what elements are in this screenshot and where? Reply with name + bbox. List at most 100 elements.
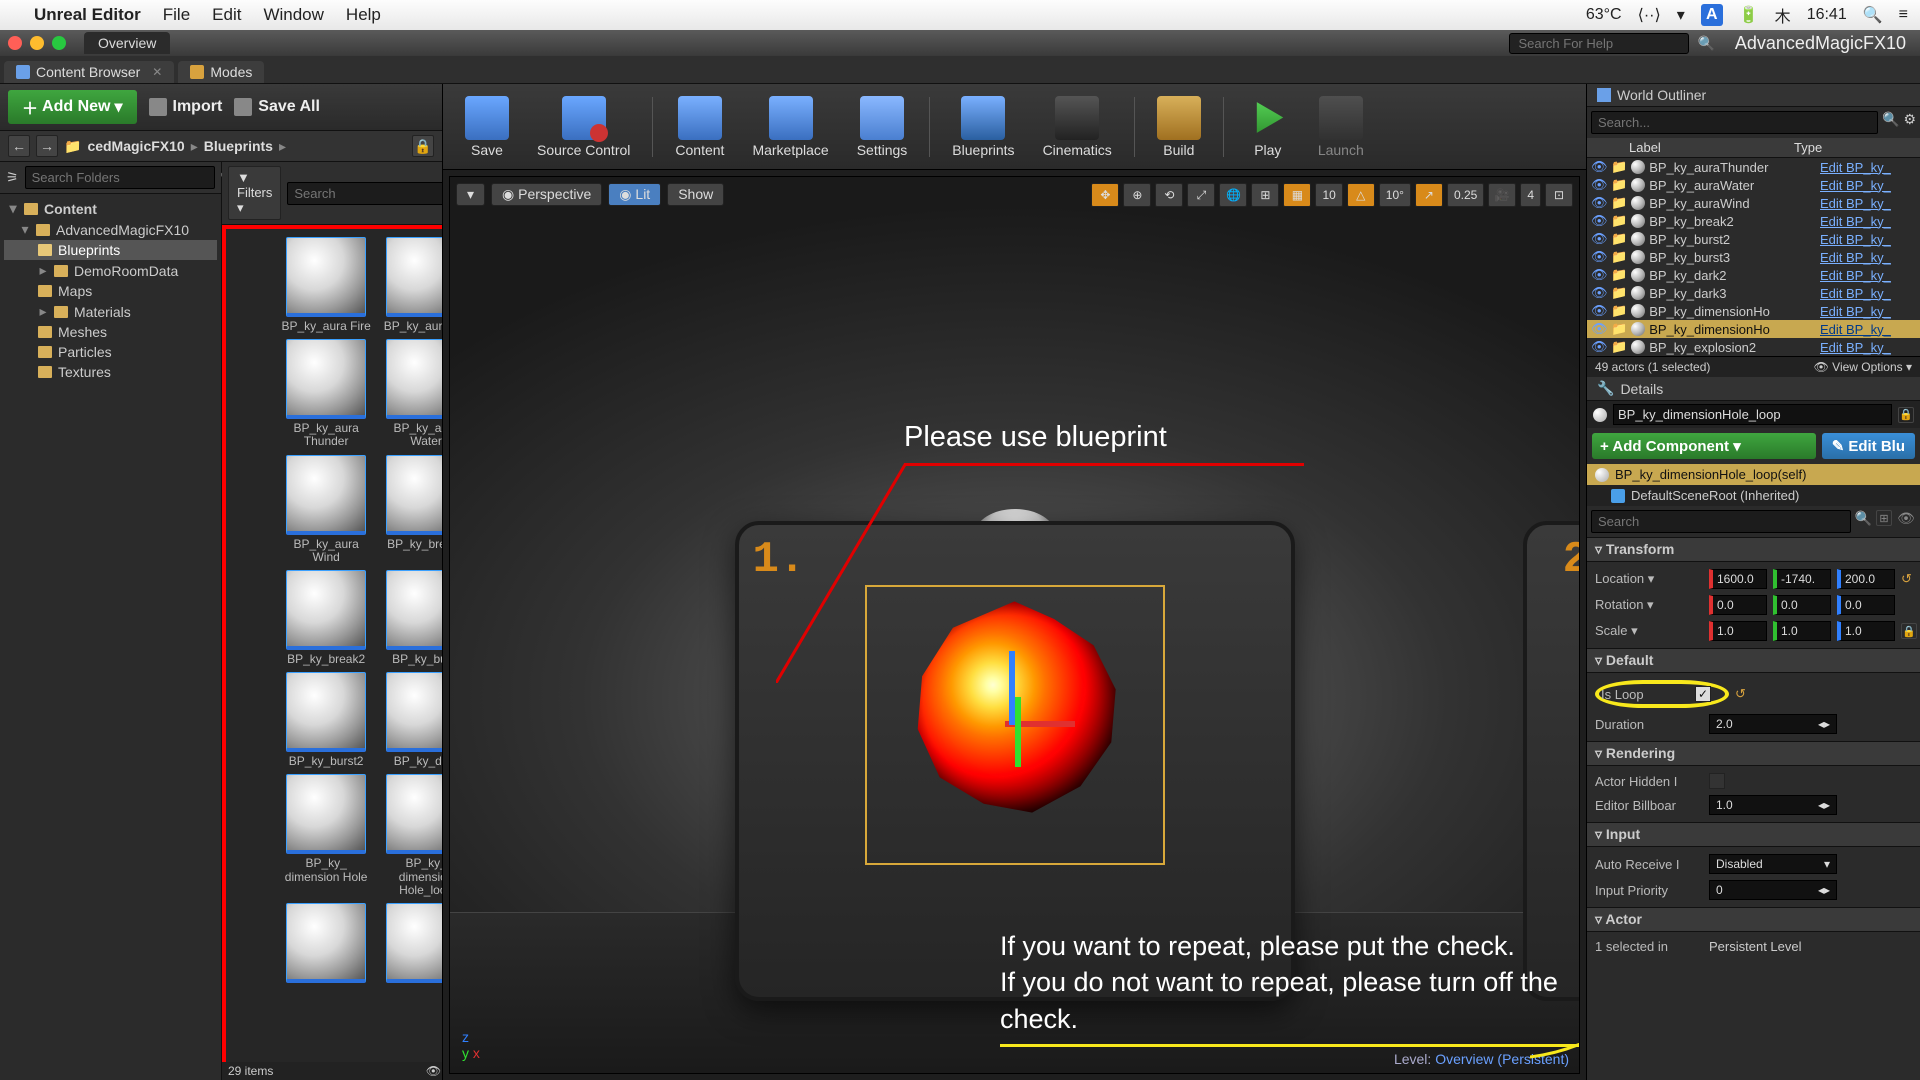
wifi-icon[interactable]: ▾ [1677, 5, 1685, 25]
tree-demoroom[interactable]: ▸DemoRoomData [4, 260, 217, 281]
world-local-button[interactable]: 🌐 [1219, 183, 1247, 207]
input-source-icon[interactable]: A [1701, 4, 1723, 26]
visibility-icon[interactable]: 👁 [1591, 195, 1607, 211]
edit-bp-link[interactable]: Edit BP_ky_ [1820, 178, 1916, 193]
nav-back-button[interactable]: ← [8, 135, 30, 157]
asset-item[interactable]: BP_ky_aura Fire [280, 237, 372, 333]
save-button[interactable]: Save [455, 96, 519, 158]
outliner-search-input[interactable] [1591, 111, 1878, 134]
asset-item[interactable] [280, 903, 372, 986]
outliner-row[interactable]: 👁📁BP_ky_burst2Edit BP_ky_ [1587, 230, 1920, 248]
visibility-icon[interactable]: 👁 [1591, 339, 1607, 355]
lock-icon[interactable]: 🔒 [412, 135, 434, 157]
cinematics-button[interactable]: Cinematics [1033, 96, 1122, 158]
close-icon[interactable]: ✕ [152, 65, 162, 79]
lock-icon[interactable]: 🔒 [1898, 407, 1914, 423]
show-button[interactable]: Show [667, 183, 724, 206]
help-search-icon[interactable]: 🔍 [1697, 35, 1714, 52]
marketplace-button[interactable]: Marketplace [742, 96, 838, 158]
tree-textures[interactable]: Textures [4, 362, 217, 382]
edit-bp-link[interactable]: Edit BP_ky_ [1820, 232, 1916, 247]
asset-item[interactable]: BP_ky_ dimension Hole [280, 774, 372, 897]
asset-item[interactable]: BP_ky_break1 [380, 455, 442, 564]
edit-bp-link[interactable]: Edit BP_ky_ [1820, 286, 1916, 301]
visibility-icon[interactable]: 👁 [1591, 159, 1607, 175]
toggle-sources-icon[interactable]: ⚞ [6, 169, 19, 186]
launch-button[interactable]: Launch [1308, 96, 1374, 158]
scale-z[interactable] [1837, 621, 1895, 641]
grid-snap-value[interactable]: 10 [1315, 183, 1342, 207]
tab-modes[interactable]: Modes [178, 61, 264, 83]
component-root[interactable]: DefaultSceneRoot (Inherited) [1587, 485, 1920, 506]
section-actor[interactable]: ▿ Actor [1587, 907, 1920, 932]
outliner-col-label[interactable]: Label [1629, 140, 1794, 155]
scale-mode-button[interactable]: ⤢ [1187, 183, 1215, 207]
help-search-input[interactable] [1509, 33, 1689, 54]
angle-snap-value[interactable]: 10° [1379, 183, 1411, 207]
view-options-button[interactable]: 👁 View Options ▾ [426, 1064, 442, 1078]
camera-speed-button[interactable]: 🎥 [1488, 183, 1516, 207]
camera-speed-value[interactable]: 4 [1520, 183, 1541, 207]
angle-snap-button[interactable]: △ [1347, 183, 1375, 207]
add-component-button[interactable]: + Add Component ▾ [1592, 433, 1816, 459]
asset-item[interactable]: BP_ky_break2 [280, 570, 372, 666]
visibility-icon[interactable]: 👁 [1591, 213, 1607, 229]
outliner-row[interactable]: 👁📁BP_ky_auraThunderEdit BP_ky_ [1587, 158, 1920, 176]
filters-button[interactable]: ▼ Filters ▾ [228, 166, 281, 220]
app-name[interactable]: Unreal Editor [34, 5, 141, 25]
outliner-row[interactable]: 👁📁BP_ky_dimensionHoEdit BP_ky_ [1587, 302, 1920, 320]
outliner-row[interactable]: 👁📁BP_ky_auraWaterEdit BP_ky_ [1587, 176, 1920, 194]
section-default[interactable]: ▿ Default [1587, 648, 1920, 673]
actor-hidden-checkbox[interactable] [1709, 773, 1725, 789]
tree-particles[interactable]: Particles [4, 342, 217, 362]
outliner-row[interactable]: 👁📁BP_ky_dark3Edit BP_ky_ [1587, 284, 1920, 302]
tab-world-outliner[interactable]: World Outliner [1587, 84, 1920, 107]
filter-icon[interactable]: ⚙ [1903, 111, 1916, 134]
outliner-col-type[interactable]: Type [1794, 140, 1914, 155]
location-z[interactable] [1837, 569, 1895, 589]
visibility-icon[interactable]: 👁 [1591, 249, 1607, 265]
viewport-scene[interactable]: 1. 2 zy x Level: Overview (Persistent) P… [450, 177, 1579, 1073]
visibility-icon[interactable]: 👁 [1591, 285, 1607, 301]
breadcrumb-root[interactable]: cedMagicFX10 [87, 138, 184, 154]
search-icon[interactable]: 🔍 [1882, 111, 1899, 134]
actor-name-input[interactable] [1613, 404, 1892, 425]
edit-bp-link[interactable]: Edit BP_ky_ [1820, 322, 1916, 337]
tree-blueprints[interactable]: Blueprints [4, 240, 217, 260]
outliner-row[interactable]: 👁📁BP_ky_auraWindEdit BP_ky_ [1587, 194, 1920, 212]
tree-meshes[interactable]: Meshes [4, 322, 217, 342]
section-input[interactable]: ▿ Input [1587, 822, 1920, 847]
outliner-view-options[interactable]: 👁 View Options ▾ [1814, 360, 1912, 374]
tree-materials[interactable]: ▸Materials [4, 301, 217, 322]
viewport[interactable]: ▾ ◉ Perspective ◉ Lit Show ✥ ⊕ ⟲ ⤢ 🌐 ⊞ ▦… [449, 176, 1580, 1074]
menu-file[interactable]: File [163, 5, 190, 25]
section-rendering[interactable]: ▿ Rendering [1587, 741, 1920, 766]
play-button[interactable]: Play [1236, 96, 1300, 158]
battery-icon[interactable]: 🔋 [1739, 5, 1759, 25]
input-priority-input[interactable]: 0◂▸ [1709, 880, 1837, 900]
scale-x[interactable] [1709, 621, 1767, 641]
isloop-checkbox[interactable]: ✓ [1695, 686, 1711, 702]
asset-item[interactable]: BP_ky_burst [380, 570, 442, 666]
menu-extras-icon[interactable]: ≡ [1899, 6, 1908, 24]
asset-item[interactable]: BP_ky_dark [380, 672, 442, 768]
asset-item[interactable]: BP_ky_aura Ice [380, 237, 442, 333]
rotation-z[interactable] [1837, 595, 1895, 615]
airdrop-icon[interactable]: ⟨··⟩ [1638, 5, 1661, 25]
traffic-lights[interactable] [8, 36, 66, 50]
menu-help[interactable]: Help [346, 5, 381, 25]
details-search-input[interactable] [1591, 510, 1851, 533]
viewport-menu-button[interactable]: ▾ [456, 183, 485, 206]
tree-pack[interactable]: ▾AdvancedMagicFX10 [4, 219, 217, 240]
edit-blueprint-button[interactable]: ✎ Edit Blu [1822, 433, 1915, 459]
visibility-icon[interactable]: 👁 [1591, 321, 1607, 337]
scale-snap-button[interactable]: ↗ [1415, 183, 1443, 207]
scale-lock-icon[interactable]: 🔒 [1901, 623, 1917, 639]
add-new-button[interactable]: ＋ Add New ▾ [8, 90, 137, 124]
nav-fwd-button[interactable]: → [36, 135, 58, 157]
edit-bp-link[interactable]: Edit BP_ky_ [1820, 196, 1916, 211]
content-button[interactable]: Content [665, 96, 734, 158]
visibility-icon[interactable]: 👁 [1591, 267, 1607, 283]
component-self[interactable]: BP_ky_dimensionHole_loop(self) [1587, 464, 1920, 485]
tab-details[interactable]: 🔧Details [1587, 377, 1920, 401]
